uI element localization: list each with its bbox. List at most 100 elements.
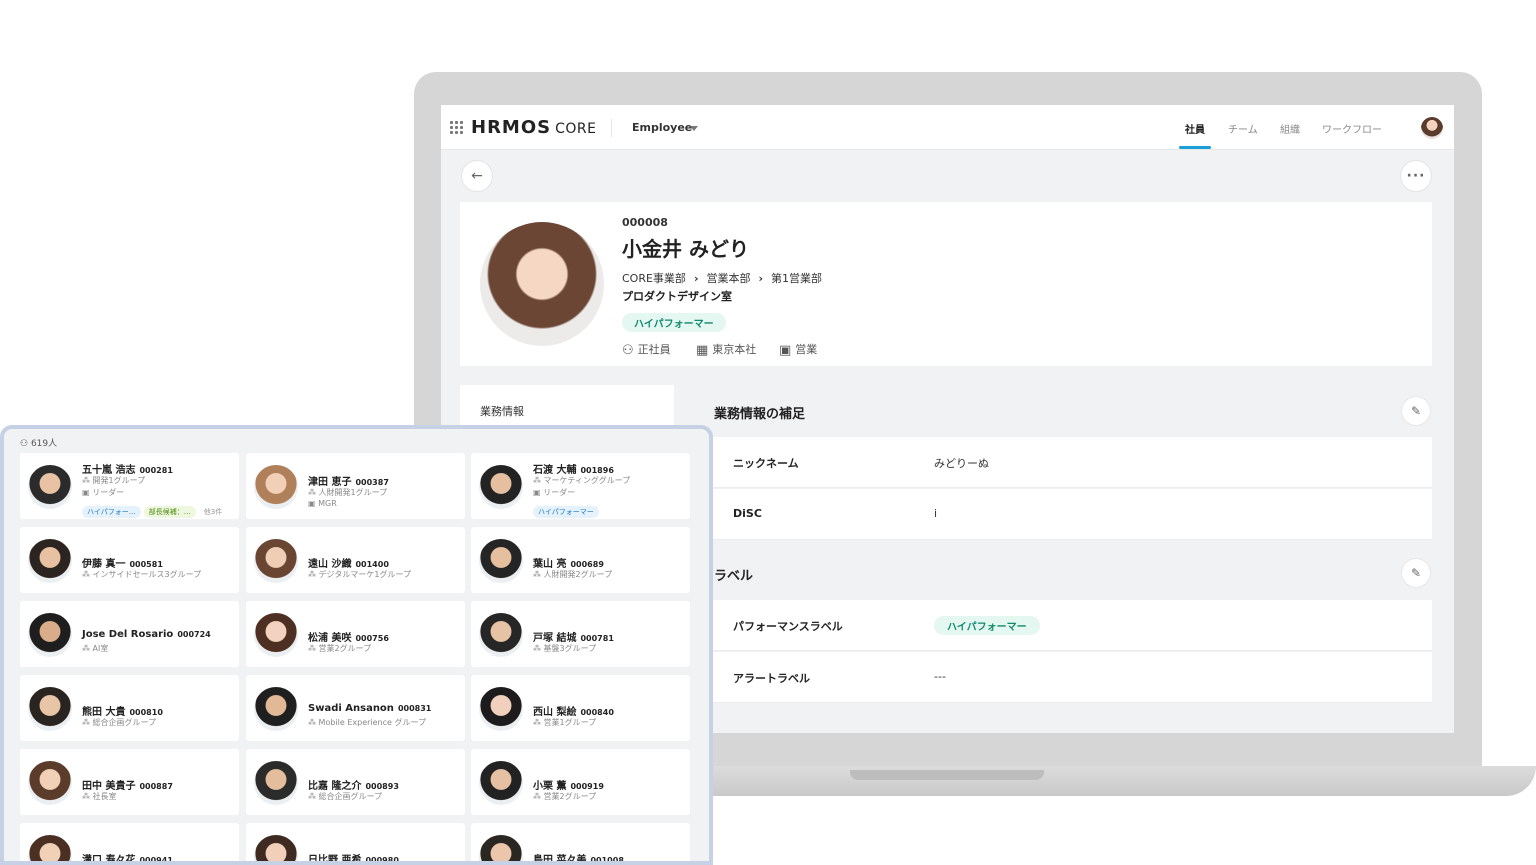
employee-avatar	[254, 539, 298, 583]
employee-number: 001008	[590, 856, 624, 865]
edit-pencil-icon[interactable]: ✎	[1401, 396, 1431, 426]
chevron-right-icon: ›	[693, 272, 699, 285]
building-icon: ▦	[696, 343, 709, 358]
employee-number: 000941	[139, 856, 173, 865]
employee-card[interactable]: 田中 美貴子 000887 ⁂ 社長室	[20, 749, 239, 815]
employee-group: ⁂ マーケティンググループ	[533, 476, 631, 485]
employee-name: 日比野 亜希 000980	[308, 855, 399, 865]
employee-avatar	[28, 613, 72, 657]
app-grid-icon[interactable]	[450, 121, 463, 134]
employee-card[interactable]: Jose Del Rosario 000724 ⁂ AI室	[20, 601, 239, 667]
employee-card[interactable]: 五十嵐 浩志 000281 ⁂ 開発1グループ ▣ リーダー ハイパフォー… 部長候補：……	[20, 453, 239, 519]
employee-avatar	[28, 761, 72, 805]
employee-name: 戸塚 結城 000781	[533, 633, 614, 644]
employee-avatar	[479, 613, 523, 657]
label-tag: 部長候補：…	[143, 506, 196, 518]
employee-number: 001896	[580, 466, 614, 475]
employee-card[interactable]: 葉山 亮 000689 ⁂ 人財開発2グループ	[471, 527, 690, 593]
employee-avatar	[254, 613, 298, 657]
employee-card[interactable]: 島田 菜々美 001008	[471, 823, 690, 865]
employee-number: 000008	[622, 216, 668, 229]
employee-card[interactable]: 伊藤 真一 000581 ⁂ インサイドセールス3グループ	[20, 527, 239, 593]
employee-name: 葉山 亮 000689	[533, 559, 604, 570]
employee-group: ⁂ 営業2グループ	[308, 644, 372, 653]
briefcase-icon: ▣	[779, 343, 792, 358]
people-icon: ⚇	[20, 439, 29, 449]
employee-number: 000893	[365, 782, 399, 791]
chevron-down-icon[interactable]	[690, 126, 698, 131]
label-tags: ハイパフォー… 部長候補：… 他3件	[82, 499, 230, 518]
employee-role: ▣ リーダー	[82, 488, 125, 497]
breadcrumb-item[interactable]: CORE事業部	[622, 272, 686, 285]
employee-number: 000810	[129, 708, 163, 717]
table-row: パフォーマンスラベル ハイパフォーマー	[713, 600, 1432, 651]
app-logo[interactable]: HRMOS CORE	[471, 117, 596, 138]
row-value: ---	[934, 670, 946, 683]
more-options-icon[interactable]: ···	[1400, 160, 1432, 192]
employee-group: ⁂ デジタルマーケ1グループ	[308, 570, 411, 579]
employee-number: 000281	[139, 466, 173, 475]
employee-card[interactable]: 熊田 大貴 000810 ⁂ 総合企画グループ	[20, 675, 239, 741]
label-tag: ハイパフォーマー	[533, 506, 599, 518]
user-avatar[interactable]	[1421, 117, 1443, 139]
employee-number: 000840	[580, 708, 614, 717]
employee-card[interactable]: 戸塚 結城 000781 ⁂ 基盤3グループ	[471, 601, 690, 667]
employee-group: ⁂ 営業2グループ	[533, 792, 597, 801]
employee-card[interactable]: Swadi Ansanon 000831 ⁂ Mobile Experience グ…	[246, 675, 465, 741]
nav-tab-teams[interactable]: チーム	[1228, 121, 1258, 136]
table-row: ニックネーム みどりーぬ	[713, 437, 1432, 488]
employee-group: ⁂ Mobile Experience グループ	[308, 718, 427, 727]
employee-list-panel: ⚇ 619人 五十嵐 浩志 000281 ⁂ 開発1グループ ▣ リーダー ハイパフォー…	[0, 425, 713, 865]
label-tag: ハイパフォー…	[82, 506, 141, 518]
employee-group: ⁂ 基盤3グループ	[533, 644, 597, 653]
department-name: プロダクトデザイン室	[622, 290, 732, 303]
employee-name: 熊田 大貴 000810	[82, 707, 163, 718]
laptop-notch	[850, 770, 1044, 780]
row-label: DiSC	[733, 507, 762, 520]
breadcrumb-item[interactable]: 営業本部	[706, 272, 750, 285]
employee-group: ⁂ 総合企画グループ	[308, 792, 383, 801]
office-location: ▦ 東京本社	[696, 343, 757, 358]
employee-card[interactable]: 西山 梨絵 000840 ⁂ 営業1グループ	[471, 675, 690, 741]
employee-group: ⁂ インサイドセールス3グループ	[82, 570, 202, 579]
employee-name: 溝口 寿々花 000941	[82, 855, 173, 865]
employee-number: 000831	[397, 704, 432, 713]
label-tags: ハイパフォーマー	[533, 499, 602, 518]
employee-group: ⁂ 営業1グループ	[533, 718, 597, 727]
employee-number: 000756	[355, 634, 389, 643]
employee-avatar	[479, 465, 523, 509]
employee-avatar	[479, 687, 523, 731]
employee-card[interactable]: 遠山 沙織 001400 ⁂ デジタルマーケ1グループ	[246, 527, 465, 593]
nav-tab-organization[interactable]: 組織	[1280, 121, 1300, 136]
back-arrow-icon[interactable]: ←	[461, 160, 493, 192]
employee-card[interactable]: 比嘉 隆之介 000893 ⁂ 総合企画グループ	[246, 749, 465, 815]
employee-group: ⁂ 社長室	[82, 792, 117, 801]
employee-card[interactable]: 溝口 寿々花 000941	[20, 823, 239, 865]
employee-number: 000919	[570, 782, 604, 791]
table-row: DiSC i	[713, 489, 1432, 540]
row-label: ニックネーム	[733, 457, 799, 470]
employee-number: 000689	[570, 560, 604, 569]
employee-number: 000724	[177, 630, 211, 639]
employee-card[interactable]: 小栗 薫 000919 ⁂ 営業2グループ	[471, 749, 690, 815]
job-type: ▣ 営業	[779, 343, 818, 358]
employee-name: 石渡 大輔 001896	[533, 465, 614, 476]
employee-card[interactable]: 日比野 亜希 000980	[246, 823, 465, 865]
employee-card[interactable]: 石渡 大輔 001896 ⁂ マーケティンググループ ▣ リーダー ハイパフォーマー	[471, 453, 690, 519]
employee-card[interactable]: 松浦 美咲 000756 ⁂ 営業2グループ	[246, 601, 465, 667]
edit-pencil-icon[interactable]: ✎	[1401, 558, 1431, 588]
header-divider	[611, 119, 612, 137]
employee-dropdown[interactable]: Employee	[632, 121, 692, 134]
employee-name: Jose Del Rosario 000724	[82, 629, 211, 640]
employee-card[interactable]: 津田 恵子 000387 ⁂ 人財開発1グループ ▣ MGR	[246, 453, 465, 519]
performance-label-badge: ハイパフォーマー	[934, 616, 1040, 635]
label-tag: 他3件	[203, 508, 223, 516]
active-tab-indicator	[1179, 146, 1211, 149]
employee-avatar	[479, 539, 523, 583]
employee-name: 西山 梨絵 000840	[533, 707, 614, 718]
breadcrumb-item[interactable]: 第1営業部	[771, 272, 822, 285]
nav-tab-employees[interactable]: 社員	[1185, 121, 1205, 136]
nav-tab-workflow[interactable]: ワークフロー	[1322, 121, 1382, 136]
employee-avatar	[254, 761, 298, 805]
employee-number: 000581	[129, 560, 163, 569]
